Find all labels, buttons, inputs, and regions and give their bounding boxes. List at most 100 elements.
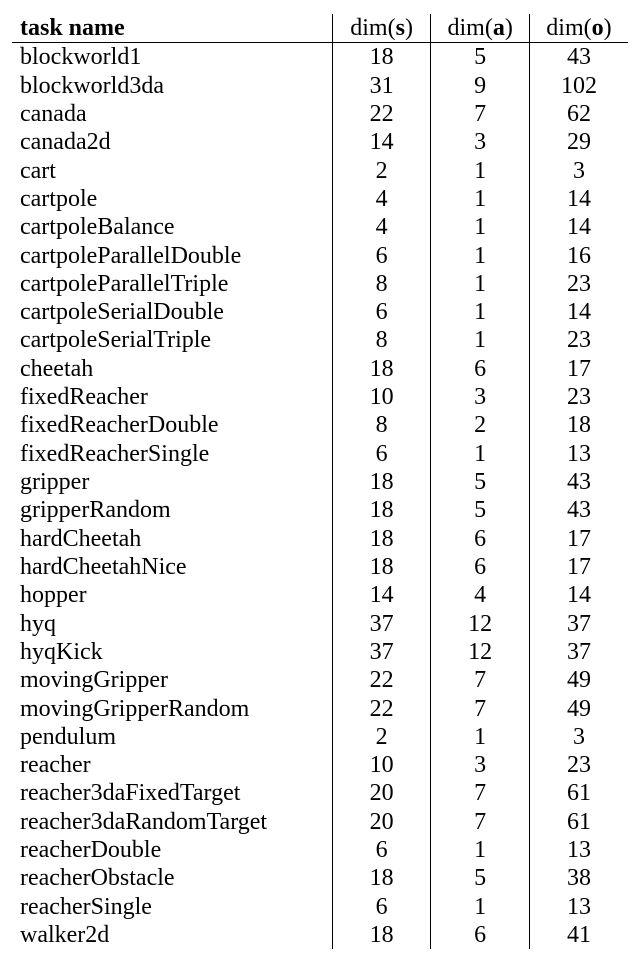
task-name-cell: hyq	[12, 610, 332, 638]
dim-o-cell: 13	[529, 440, 628, 468]
task-name-cell: hardCheetah	[12, 525, 332, 553]
task-name-cell: cartpoleParallelDouble	[12, 242, 332, 270]
task-name-cell: cartpoleBalance	[12, 213, 332, 241]
dim-a-cell: 1	[431, 723, 530, 751]
dim-a-cell: 5	[431, 496, 530, 524]
table-row: gripperRandom18543	[12, 496, 628, 524]
table-row: canada2d14329	[12, 128, 628, 156]
dim-s-cell: 6	[332, 298, 431, 326]
dim-o-cell: 29	[529, 128, 628, 156]
dim-a-cell: 9	[431, 72, 530, 100]
dim-s-cell: 22	[332, 695, 431, 723]
dim-s-cell: 37	[332, 610, 431, 638]
dim-s-cell: 4	[332, 213, 431, 241]
dim-s-cell: 18	[332, 355, 431, 383]
col-header-task-name: task name	[12, 14, 332, 43]
dim-o-cell: 3	[529, 723, 628, 751]
dim-o-cell: 3	[529, 157, 628, 185]
dim-a-cell: 1	[431, 185, 530, 213]
table-row: reacher10323	[12, 751, 628, 779]
col-header-dim-o: dim(o)	[529, 14, 628, 43]
task-name-cell: cart	[12, 157, 332, 185]
task-name-cell: reacherSingle	[12, 893, 332, 921]
task-name-cell: movingGripperRandom	[12, 695, 332, 723]
dim-s-cell: 8	[332, 270, 431, 298]
task-name-cell: reacherObstacle	[12, 864, 332, 892]
dim-s-cell: 18	[332, 921, 431, 949]
table-row: movingGripper22749	[12, 666, 628, 694]
table-row: cartpoleBalance4114	[12, 213, 628, 241]
dim-a-cell: 3	[431, 383, 530, 411]
task-name-cell: fixedReacher	[12, 383, 332, 411]
table-row: blockworld118543	[12, 43, 628, 72]
dim-s-cell: 2	[332, 157, 431, 185]
dim-s-cell: 22	[332, 100, 431, 128]
table-row: hopper14414	[12, 581, 628, 609]
dim-s-cell: 22	[332, 666, 431, 694]
dim-a-cell: 5	[431, 468, 530, 496]
task-name-cell: reacher3daFixedTarget	[12, 779, 332, 807]
dim-s-cell: 10	[332, 383, 431, 411]
task-name-cell: movingGripper	[12, 666, 332, 694]
dim-o-cell: 37	[529, 638, 628, 666]
task-name-cell: gripper	[12, 468, 332, 496]
task-name-cell: hyqKick	[12, 638, 332, 666]
dim-o-cell: 23	[529, 751, 628, 779]
dim-o-cell: 38	[529, 864, 628, 892]
dim-a-cell: 12	[431, 638, 530, 666]
table-row: walker2d18641	[12, 921, 628, 949]
dim-a-cell: 6	[431, 525, 530, 553]
dim-o-cell: 14	[529, 213, 628, 241]
dim-o-cell: 13	[529, 893, 628, 921]
table-row: movingGripperRandom22749	[12, 695, 628, 723]
dim-o-cell: 13	[529, 836, 628, 864]
dim-a-cell: 1	[431, 242, 530, 270]
dim-a-cell: 6	[431, 921, 530, 949]
dim-o-cell: 17	[529, 553, 628, 581]
dim-a-cell: 7	[431, 779, 530, 807]
dim-o-cell: 61	[529, 779, 628, 807]
dim-s-cell: 37	[332, 638, 431, 666]
table-row: hyq371237	[12, 610, 628, 638]
table-row: cartpoleParallelTriple8123	[12, 270, 628, 298]
dim-o-cell: 23	[529, 326, 628, 354]
task-name-cell: gripperRandom	[12, 496, 332, 524]
dim-a-cell: 1	[431, 157, 530, 185]
dim-o-cell: 43	[529, 43, 628, 72]
dim-a-cell: 1	[431, 836, 530, 864]
table-row: hardCheetahNice18617	[12, 553, 628, 581]
task-name-cell: cartpoleParallelTriple	[12, 270, 332, 298]
dim-o-cell: 41	[529, 921, 628, 949]
table-row: cartpoleSerialTriple8123	[12, 326, 628, 354]
dim-o-cell: 17	[529, 355, 628, 383]
dim-s-cell: 18	[332, 553, 431, 581]
dim-o-cell: 17	[529, 525, 628, 553]
dim-o-cell: 14	[529, 581, 628, 609]
dim-a-cell: 6	[431, 553, 530, 581]
dim-s-cell: 10	[332, 751, 431, 779]
task-name-cell: reacher	[12, 751, 332, 779]
dim-s-cell: 18	[332, 43, 431, 72]
dim-a-cell: 1	[431, 326, 530, 354]
table-row: reacherObstacle18538	[12, 864, 628, 892]
dim-s-cell: 18	[332, 468, 431, 496]
dim-o-cell: 16	[529, 242, 628, 270]
task-name-cell: reacher3daRandomTarget	[12, 808, 332, 836]
task-name-cell: canada	[12, 100, 332, 128]
dim-a-cell: 6	[431, 355, 530, 383]
dim-s-cell: 18	[332, 525, 431, 553]
table-row: hyqKick371237	[12, 638, 628, 666]
dim-o-cell: 23	[529, 383, 628, 411]
dim-a-cell: 1	[431, 893, 530, 921]
task-name-cell: pendulum	[12, 723, 332, 751]
dim-o-cell: 49	[529, 666, 628, 694]
dim-a-cell: 3	[431, 751, 530, 779]
dim-o-cell: 49	[529, 695, 628, 723]
task-name-cell: reacherDouble	[12, 836, 332, 864]
table-row: cheetah18617	[12, 355, 628, 383]
table-row: cartpoleSerialDouble6114	[12, 298, 628, 326]
col-header-dim-a: dim(a)	[431, 14, 530, 43]
dim-a-cell: 4	[431, 581, 530, 609]
dim-a-cell: 7	[431, 666, 530, 694]
dim-a-cell: 2	[431, 411, 530, 439]
